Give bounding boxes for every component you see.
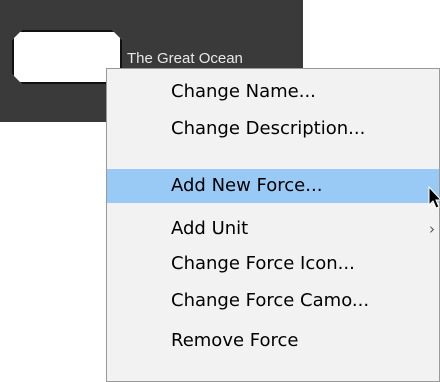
menu-item-label: Add New Force... (171, 175, 323, 196)
menu-item-label: Change Name... (171, 81, 316, 102)
menu-item-label: Change Force Camo... (171, 290, 370, 311)
menu-item-label: Change Description... (171, 118, 366, 139)
menu-item-change-description[interactable]: Change Description... (107, 112, 439, 146)
context-menu: Change Name... Change Description... Add… (106, 68, 440, 382)
menu-item-change-force-camo[interactable]: Change Force Camo... (107, 284, 439, 318)
chevron-right-icon: › (429, 220, 435, 238)
mouse-pointer-icon (428, 186, 440, 209)
menu-item-add-unit[interactable]: Add Unit › (107, 212, 439, 246)
force-name-label[interactable]: The Great Ocean (127, 50, 243, 67)
menu-item-label: Remove Force (171, 330, 299, 351)
menu-item-label: Add Unit (171, 218, 249, 239)
menu-item-change-force-icon[interactable]: Change Force Icon... (107, 247, 439, 281)
menu-item-label: Change Force Icon... (171, 253, 355, 274)
menu-item-add-new-force[interactable]: Add New Force... (107, 169, 439, 203)
menu-item-remove-force[interactable]: Remove Force (107, 324, 439, 358)
menu-item-change-name[interactable]: Change Name... (107, 75, 439, 109)
